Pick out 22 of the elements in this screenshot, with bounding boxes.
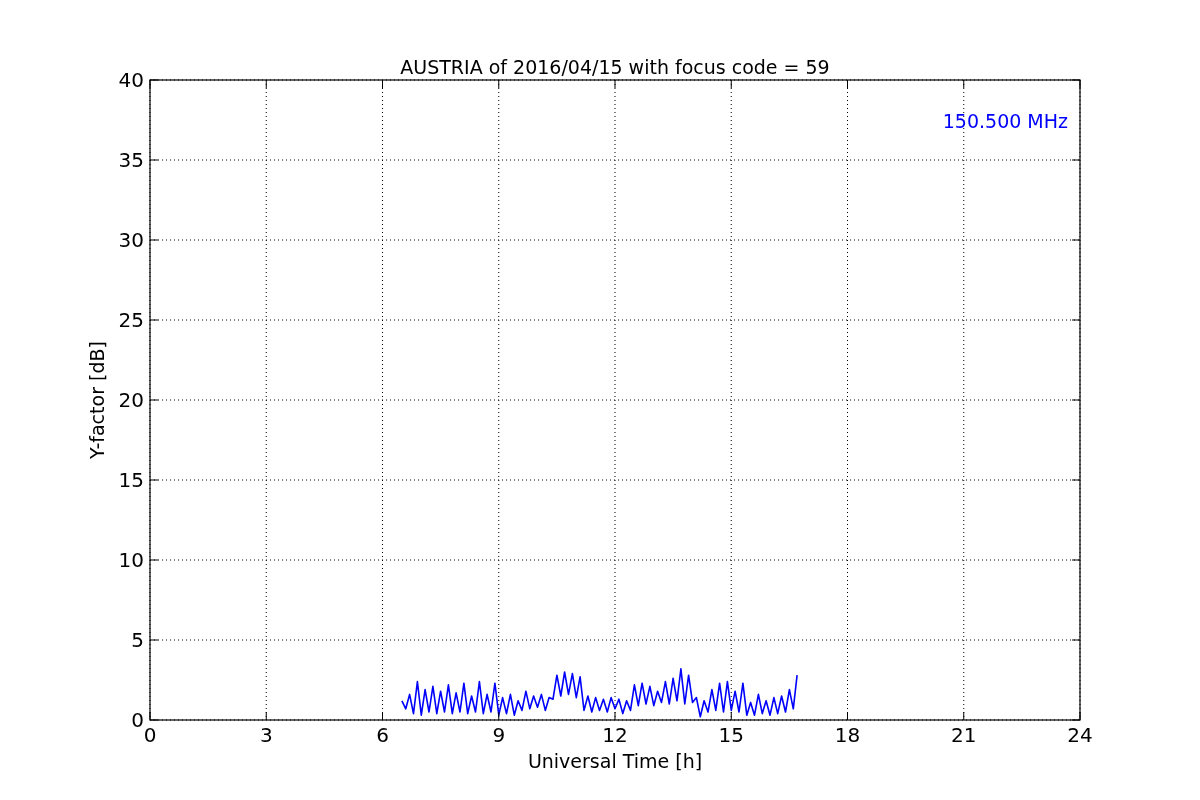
tick-label: 15 [118, 468, 144, 492]
tick-label: 15 [718, 723, 744, 747]
tick-label: 40 [118, 68, 144, 92]
tick-label: 24 [1067, 723, 1093, 747]
tick-label: 10 [118, 548, 144, 572]
chart-title: AUSTRIA of 2016/04/15 with focus code = 59 [400, 56, 830, 78]
tick-label: 12 [602, 723, 628, 747]
axis-label: Universal Time [h] [527, 750, 703, 772]
tick-label: 3 [259, 723, 273, 747]
tick-label: 5 [131, 628, 144, 652]
series-label: 150.500 MHz [942, 110, 1068, 132]
tick-label: 20 [118, 388, 144, 412]
tick-label: 35 [118, 148, 144, 172]
tick-label: 25 [118, 308, 144, 332]
tick-label: 6 [376, 723, 389, 747]
tick-label: 9 [492, 723, 506, 747]
tick-label: 21 [951, 723, 977, 747]
tick-label: 18 [834, 723, 861, 747]
tick-label: 0 [143, 723, 157, 747]
tick-label: 0 [131, 708, 144, 732]
tick-label: 30 [118, 228, 144, 252]
axis-label: Y-factor [dB] [86, 341, 108, 459]
